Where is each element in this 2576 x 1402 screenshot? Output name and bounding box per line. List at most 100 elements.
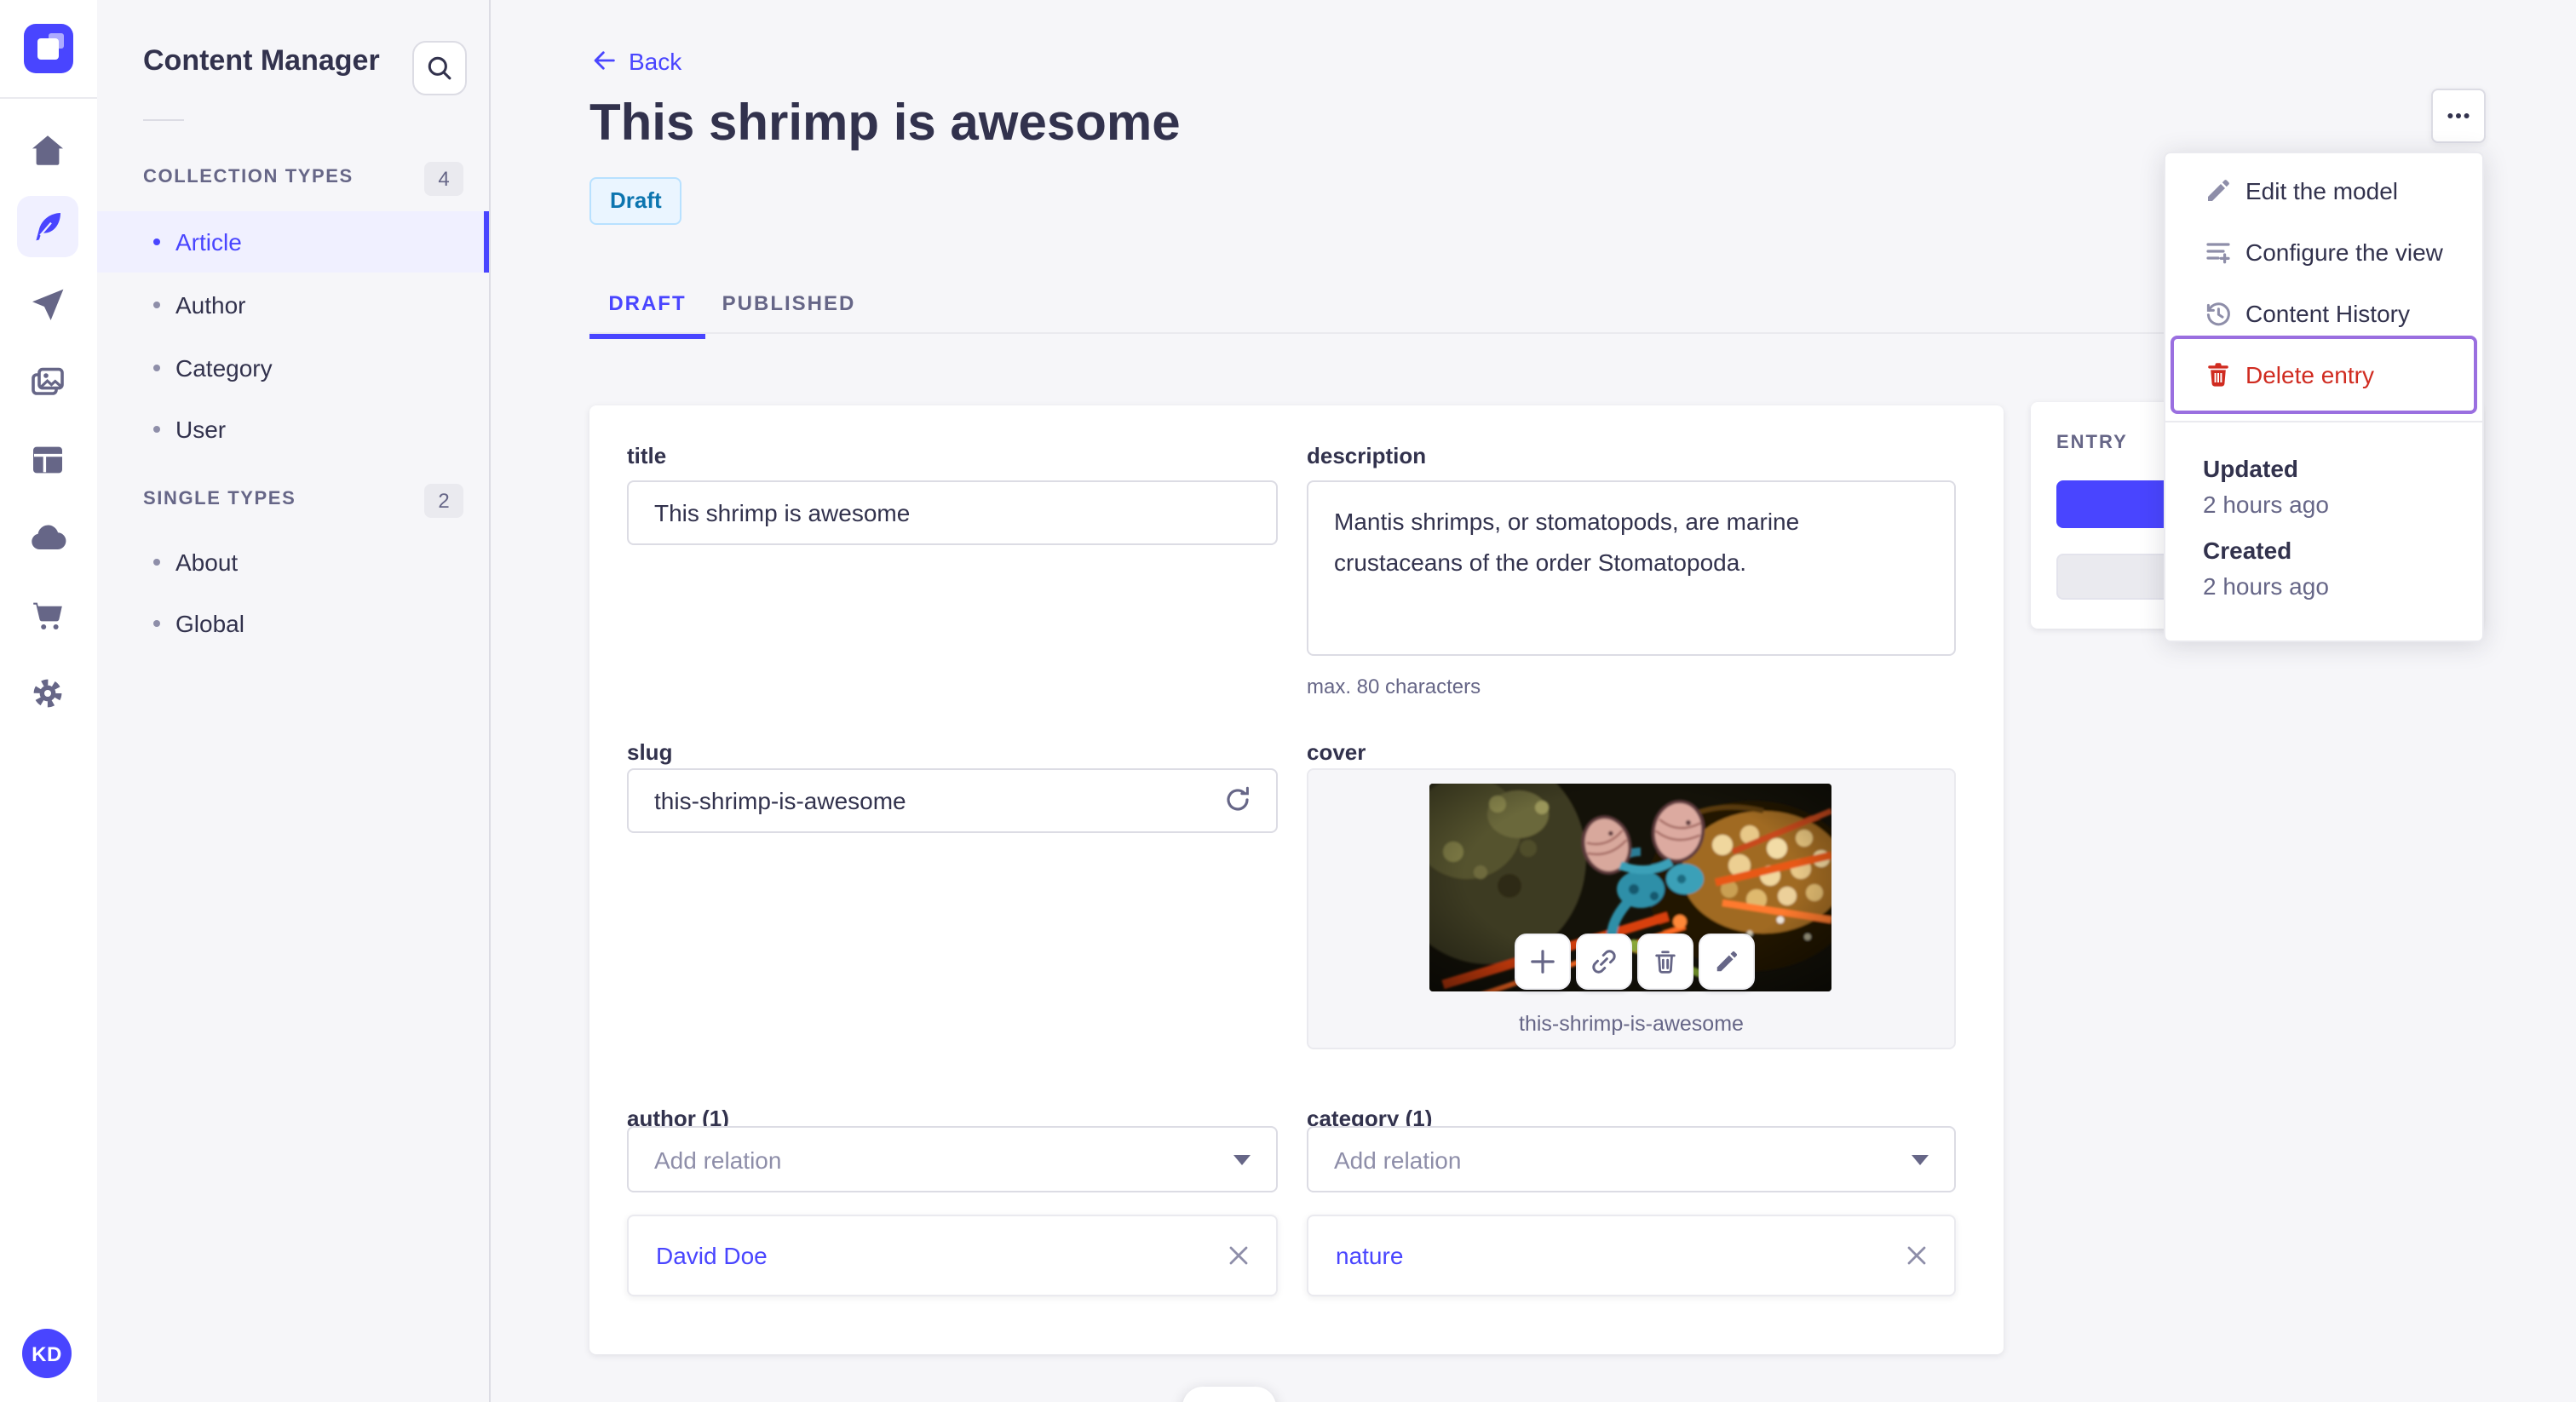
bullet-icon	[153, 426, 160, 433]
bottom-widget-handle[interactable]	[1182, 1387, 1276, 1402]
chevron-down-icon	[1233, 1154, 1251, 1164]
media-library-icon[interactable]	[27, 363, 68, 404]
slug-input[interactable]	[627, 768, 1278, 833]
remove-relation-icon[interactable]	[1906, 1245, 1927, 1266]
sidebar-divider	[143, 119, 184, 121]
bullet-icon	[153, 365, 160, 371]
combobox-placeholder: Add relation	[1334, 1146, 1462, 1173]
sidebar-item-label: User	[175, 416, 227, 443]
bullet-icon	[153, 302, 160, 308]
tab-bar: DRAFT PUBLISHED	[589, 273, 872, 339]
ellipsis-icon	[2447, 113, 2470, 118]
section-label-collection-types: COLLECTION TYPES	[143, 167, 354, 187]
menu-item-edit-model[interactable]: Edit the model	[2165, 160, 2482, 221]
page-title: This shrimp is awesome	[589, 95, 1181, 152]
edit-asset-button[interactable]	[1699, 934, 1755, 990]
author-relation-combobox[interactable]: Add relation	[627, 1126, 1278, 1192]
nav-rail: KD	[0, 0, 99, 1402]
tab-draft[interactable]: DRAFT	[589, 273, 705, 339]
sidebar-item-category[interactable]: Category	[97, 337, 489, 399]
category-relation-item: nature	[1307, 1215, 1956, 1296]
back-label: Back	[629, 47, 682, 74]
relation-link[interactable]: David Doe	[656, 1242, 768, 1269]
pencil-icon	[2208, 180, 2229, 201]
list-plus-icon	[2206, 243, 2230, 264]
history-icon	[2206, 302, 2230, 326]
feather-icon[interactable]	[27, 206, 68, 247]
category-relation-combobox[interactable]: Add relation	[1307, 1126, 1956, 1192]
pencil-icon	[1716, 951, 1737, 972]
relation-link[interactable]: nature	[1336, 1242, 1403, 1269]
active-indicator	[484, 211, 489, 273]
cover-caption: this-shrimp-is-awesome	[1519, 1012, 1744, 1036]
tab-label: DRAFT	[608, 291, 687, 315]
home-icon[interactable]	[27, 129, 68, 170]
copy-link-button[interactable]	[1576, 934, 1632, 990]
trash-icon	[1655, 951, 1676, 974]
author-relation-item: David Doe	[627, 1215, 1278, 1296]
menu-item-label: Content History	[2245, 300, 2410, 327]
created-label: Created	[2203, 537, 2292, 564]
strapi-logo[interactable]	[24, 24, 73, 73]
sidebar-item-label: Article	[175, 228, 242, 256]
content-manager-sidebar: Content Manager COLLECTION TYPES 4 Artic…	[97, 0, 491, 1402]
sidebar-item-label: Global	[175, 610, 244, 637]
options-menu: Edit the model Configure the view Conten…	[2164, 152, 2484, 642]
chevron-down-icon	[1912, 1154, 1929, 1164]
edit-form-card: title description Mantis shrimps, or sto…	[589, 405, 2004, 1354]
arrow-left-icon	[594, 51, 615, 70]
search-button[interactable]	[412, 41, 467, 95]
strapi-admin: KD Content Manager COLLECTION TYPES 4 Ar…	[0, 0, 2576, 1402]
remove-relation-icon[interactable]	[1228, 1245, 1249, 1266]
cloud-icon[interactable]	[27, 518, 68, 559]
single-types-count: 2	[424, 484, 463, 518]
menu-item-label: Configure the view	[2245, 238, 2443, 266]
updated-value: 2 hours ago	[2203, 491, 2329, 518]
sidebar-item-user[interactable]: User	[97, 399, 489, 460]
search-icon	[428, 56, 451, 80]
sidebar-item-article[interactable]: Article	[97, 211, 489, 273]
collection-types-count: 4	[424, 162, 463, 196]
paper-plane-icon[interactable]	[27, 284, 68, 325]
link-icon	[1592, 950, 1616, 974]
combobox-placeholder: Add relation	[654, 1146, 782, 1173]
delete-asset-button[interactable]	[1637, 934, 1693, 990]
title-input[interactable]	[627, 480, 1278, 545]
sidebar-item-author[interactable]: Author	[97, 274, 489, 336]
description-helper: max. 80 characters	[1307, 675, 1481, 698]
menu-item-label: Delete entry	[2245, 361, 2374, 388]
cart-icon[interactable]	[27, 595, 68, 635]
add-asset-button[interactable]	[1515, 934, 1571, 990]
entry-panel-title: ENTRY	[2056, 433, 2128, 453]
title-label: title	[627, 443, 667, 468]
regenerate-icon[interactable]	[1223, 785, 1252, 814]
status-badge: Draft	[589, 177, 682, 225]
menu-divider	[2165, 421, 2482, 422]
created-value: 2 hours ago	[2203, 572, 2329, 600]
tab-published[interactable]: PUBLISHED	[705, 273, 872, 334]
layout-icon[interactable]	[27, 440, 68, 480]
back-link[interactable]: Back	[589, 46, 681, 75]
gear-icon[interactable]	[27, 673, 68, 714]
trash-icon	[2208, 363, 2228, 387]
rail-divider	[0, 97, 97, 99]
bullet-icon	[153, 559, 160, 566]
sidebar-item-global[interactable]: Global	[97, 593, 489, 654]
description-textarea[interactable]: Mantis shrimps, or stomatopods, are mari…	[1307, 480, 1956, 656]
cover-asset-card: this-shrimp-is-awesome	[1307, 768, 1956, 1049]
tab-label: PUBLISHED	[722, 291, 856, 315]
menu-item-label: Edit the model	[2245, 177, 2398, 204]
sidebar-item-label: About	[175, 549, 239, 576]
user-avatar[interactable]: KD	[22, 1329, 72, 1378]
sidebar-title: Content Manager	[143, 44, 380, 77]
sidebar-item-label: Author	[175, 291, 246, 319]
sidebar-item-about[interactable]: About	[97, 531, 489, 593]
more-options-button[interactable]	[2431, 89, 2486, 143]
plus-icon	[1531, 950, 1555, 974]
slug-label: slug	[627, 739, 673, 765]
updated-label: Updated	[2203, 455, 2298, 482]
cover-label: cover	[1307, 739, 1366, 765]
bullet-icon	[153, 620, 160, 627]
menu-item-configure-view[interactable]: Configure the view	[2165, 221, 2482, 283]
menu-item-delete-entry[interactable]: Delete entry	[2171, 336, 2477, 414]
